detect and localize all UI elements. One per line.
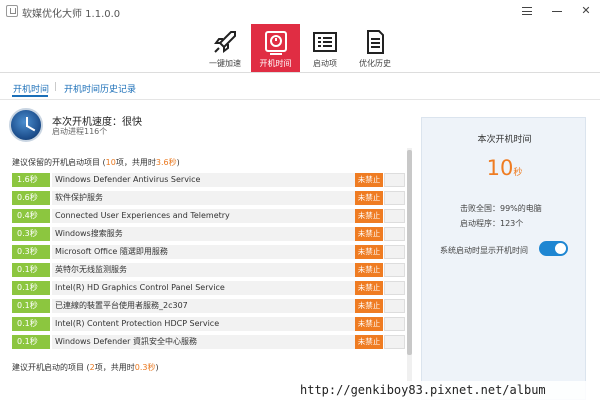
startup-item-name: 已連線的裝置平台使用者服務_2c307 [52, 299, 362, 313]
row-toggle[interactable] [384, 191, 405, 205]
row-toggle[interactable] [384, 173, 405, 187]
row-toggle[interactable] [384, 281, 405, 295]
tab-label: 优化历史 [359, 59, 391, 68]
startup-list-icon [313, 32, 337, 52]
subtab-active-indicator [12, 95, 48, 97]
row-toggle[interactable] [384, 209, 405, 223]
tab-optimization-history[interactable]: 优化历史 [350, 24, 400, 72]
disable-button[interactable]: 未禁止 [355, 281, 383, 295]
row-toggle[interactable] [384, 245, 405, 259]
startup-time-badge: 0.4秒 [12, 209, 50, 223]
tab-startup-items[interactable]: 启动项 [300, 24, 350, 72]
startup-item-name: Intel(R) HD Graphics Control Panel Servi… [52, 281, 362, 295]
tab-label: 一键加速 [209, 59, 241, 68]
row-toggle[interactable] [384, 227, 405, 241]
startup-item-row: 0.1秒 Windows Defender 資訊安全中心服務 未禁止 [12, 335, 405, 349]
tab-label: 启动项 [313, 59, 337, 68]
subtab-boot-history[interactable]: 开机时间历史记录 [64, 82, 136, 95]
disable-button[interactable]: 未禁止 [355, 335, 383, 349]
disable-button[interactable]: 未禁止 [355, 209, 383, 223]
startup-program-count: 启动程序：123个 [460, 219, 524, 228]
startup-item-row: 0.1秒 英特尔无线监测服务 未禁止 [12, 263, 405, 277]
startup-item-row: 0.1秒 Intel(R) Content Protection HDCP Ser… [12, 317, 405, 331]
row-toggle[interactable] [384, 335, 405, 349]
minimize-icon[interactable] [549, 3, 565, 19]
startup-time-badge: 1.6秒 [12, 173, 50, 187]
boot-time-panel: 本次开机时间 10秒 击败全国：99%的电脑 启动程序：123个 系统启动时显示… [421, 117, 586, 400]
history-document-icon [367, 30, 384, 54]
disable-button[interactable]: 未禁止 [355, 317, 383, 331]
disable-button[interactable]: 未禁止 [355, 299, 383, 313]
menu-icon[interactable] [519, 3, 535, 19]
startup-item-row: 0.3秒 Windows搜索服务 未禁止 [12, 227, 405, 241]
startup-time-badge: 0.3秒 [12, 227, 50, 241]
startup-item-row: 0.1秒 已連線的裝置平台使用者服務_2c307 未禁止 [12, 299, 405, 313]
startup-item-name: Windows Defender Antivirus Service [52, 173, 362, 187]
beat-percentage: 击败全国：99%的电脑 [460, 204, 542, 213]
startup-time-badge: 0.1秒 [12, 299, 50, 313]
disable-button[interactable]: 未禁止 [355, 191, 383, 205]
stopwatch-icon [264, 31, 287, 55]
show-boot-time-toggle[interactable] [539, 241, 568, 256]
disable-button[interactable]: 未禁止 [355, 173, 383, 187]
startup-item-row: 1.6秒 Windows Defender Antivirus Service 未禁… [12, 173, 405, 187]
tab-label: 开机时间 [259, 59, 292, 68]
window-title: 软媒优化大师 1.1.0.0 [22, 9, 121, 20]
row-toggle[interactable] [384, 263, 405, 277]
clock-icon [9, 108, 43, 142]
startup-time-badge: 0.1秒 [12, 335, 50, 349]
startup-item-row: 0.3秒 Microsoft Office 隨選即用服務 未禁止 [12, 245, 405, 259]
startup-time-badge: 0.6秒 [12, 191, 50, 205]
rocket-icon [214, 31, 236, 53]
row-toggle[interactable] [384, 317, 405, 331]
startup-item-name: 软件保护服务 [52, 191, 362, 205]
startup-item-name: 英特尔无线监测服务 [52, 263, 362, 277]
startup-item-name: Windows Defender 資訊安全中心服務 [52, 335, 362, 349]
divider [0, 99, 600, 100]
close-icon[interactable]: ✕ [578, 3, 594, 19]
startup-time-badge: 0.3秒 [12, 245, 50, 259]
section-recommended-keep-title: 建议保留的开机启动项目 (10项，共用时3.6秒) [12, 158, 180, 167]
divider [0, 72, 600, 73]
boot-time-value: 10秒 [486, 156, 523, 180]
startup-item-name: Windows搜索服务 [52, 227, 362, 241]
app-window: 软媒优化大师 1.1.0.0 ✕ 一键加速 开机时间 启动项 优化历史 开机时间… [0, 0, 600, 400]
startup-time-badge: 0.1秒 [12, 317, 50, 331]
subtab-boot-time[interactable]: 开机时间 [13, 82, 49, 95]
startup-item-row: 0.4秒 Connected User Experiences and Telem… [12, 209, 405, 223]
startup-item-name: Connected User Experiences and Telemetry [52, 209, 362, 223]
section-recommended-startup-title: 建议开机启动的项目 (2项，共用时0.3秒) [12, 363, 159, 372]
startup-time-badge: 0.1秒 [12, 263, 50, 277]
disable-button[interactable]: 未禁止 [355, 245, 383, 259]
app-logo-icon [6, 5, 18, 17]
tab-one-click-speedup[interactable]: 一键加速 [199, 24, 251, 72]
watermark: http://genkiboy83.pixnet.net/album [297, 381, 600, 400]
startup-item-row: 0.6秒 软件保护服务 未禁止 [12, 191, 405, 205]
panel-title: 本次开机时间 [477, 135, 532, 145]
scrollbar-thumb[interactable] [407, 150, 412, 355]
disable-button[interactable]: 未禁止 [355, 263, 383, 277]
tab-boot-time[interactable]: 开机时间 [251, 24, 300, 72]
startup-item-name: Intel(R) Content Protection HDCP Service [52, 317, 362, 331]
startup-item-name: Microsoft Office 隨選即用服務 [52, 245, 362, 259]
disable-button[interactable]: 未禁止 [355, 227, 383, 241]
subtab-separator: | [54, 82, 58, 92]
startup-item-row: 0.1秒 Intel(R) HD Graphics Control Panel S… [12, 281, 405, 295]
show-boot-time-label: 系统启动时显示开机时间 [440, 246, 528, 255]
title-bar: 软媒优化大师 1.1.0.0 ✕ [0, 0, 600, 24]
row-toggle[interactable] [384, 299, 405, 313]
startup-process-count: 启动进程116个 [52, 127, 108, 136]
startup-time-badge: 0.1秒 [12, 281, 50, 295]
